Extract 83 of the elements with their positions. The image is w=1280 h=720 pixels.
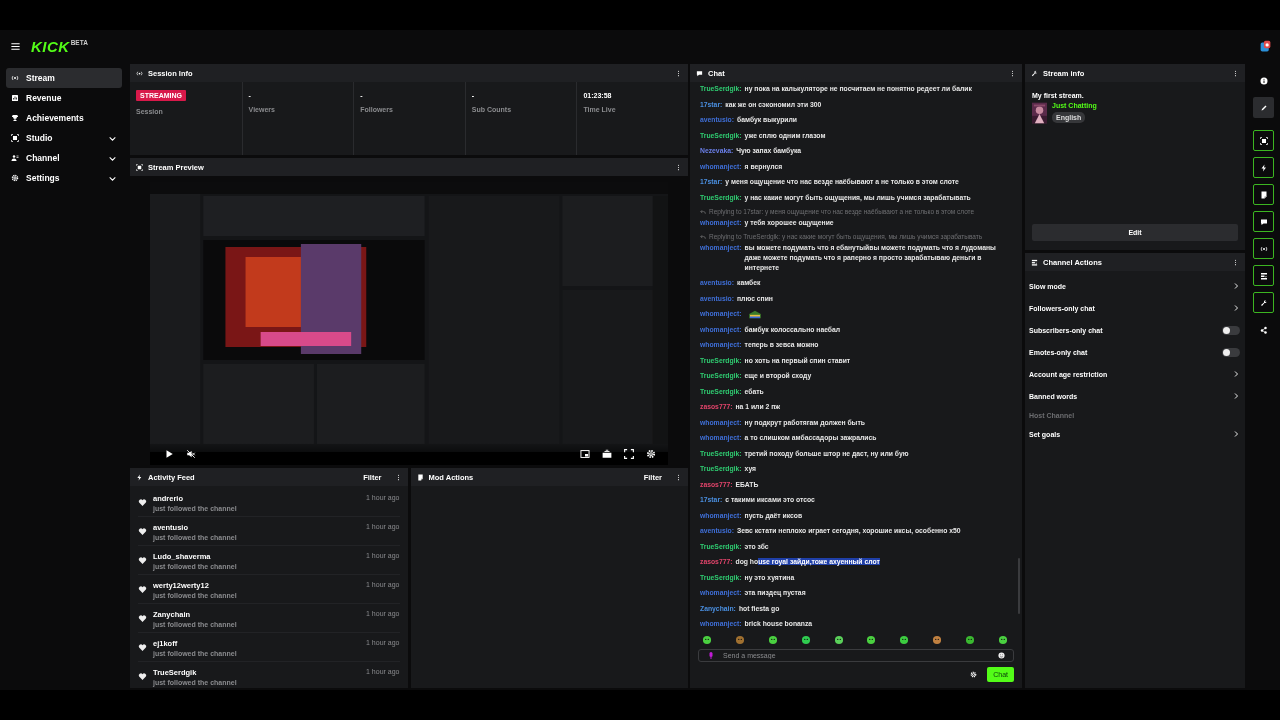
wrench-button[interactable]: [1253, 292, 1274, 313]
studio-button[interactable]: [1253, 130, 1274, 151]
trophy-icon: [11, 114, 19, 122]
emote-icon[interactable]: [833, 635, 844, 645]
emote-icon[interactable]: [767, 635, 778, 645]
broadcast-icon: [11, 74, 19, 82]
notes-icon: [1259, 190, 1268, 199]
channel-button[interactable]: [1253, 265, 1274, 286]
chat-bubble-icon: [1259, 217, 1268, 226]
pencil-button[interactable]: [1253, 97, 1274, 118]
broadcast-icon: [136, 69, 143, 77]
channel-icon: [1031, 258, 1038, 266]
muted-icon[interactable]: [186, 449, 196, 459]
channel-icon: [1259, 271, 1268, 280]
bolt-icon: [1259, 163, 1268, 172]
theater-mode-icon[interactable]: [602, 449, 612, 459]
kick-logo[interactable]: KICK: [31, 38, 70, 54]
toggle-switch[interactable]: [1222, 347, 1240, 357]
notes-button[interactable]: [1253, 184, 1274, 205]
chevron-icon[interactable]: [1232, 282, 1240, 290]
heart-icon: [138, 556, 147, 565]
share-icon: [1259, 325, 1268, 334]
info-icon: [1259, 76, 1268, 85]
emote-icon[interactable]: [734, 635, 745, 645]
more-icon[interactable]: [1232, 69, 1239, 77]
more-icon[interactable]: [675, 69, 682, 77]
emote-icon[interactable]: [899, 635, 910, 645]
play-icon[interactable]: [164, 449, 174, 459]
sidebar-item[interactable]: Stream: [6, 68, 122, 88]
sidebar-item[interactable]: Studio: [6, 128, 122, 148]
avatar-icon[interactable]: [1259, 39, 1272, 53]
bolt-icon: [136, 473, 143, 481]
settings-icon: [11, 174, 19, 182]
more-icon[interactable]: [1009, 69, 1016, 77]
pencil-icon: [1259, 103, 1268, 112]
chevron-icon[interactable]: [1232, 392, 1240, 400]
more-icon[interactable]: [675, 163, 682, 171]
settings-icon[interactable]: [646, 449, 656, 459]
settings-icon[interactable]: [970, 671, 978, 678]
heart-icon: [138, 585, 147, 594]
notes-icon: [416, 473, 424, 481]
studio-icon: [136, 163, 143, 171]
studio-icon: [11, 134, 19, 142]
chat-bubble-icon: [696, 69, 703, 77]
studio-icon: [1259, 136, 1268, 145]
emote-icon[interactable]: [702, 635, 712, 645]
chat-bubble-button[interactable]: [1253, 211, 1274, 232]
chart-icon: [11, 94, 19, 102]
chevron-icon[interactable]: [1232, 370, 1240, 378]
picture-in-picture-icon[interactable]: [580, 449, 590, 459]
heart-icon: [138, 643, 147, 652]
toggle-switch[interactable]: [1222, 325, 1240, 335]
heart-icon: [138, 498, 147, 507]
heart-icon: [138, 672, 147, 681]
reply-icon: [700, 234, 706, 240]
scrollbar-thumb[interactable]: [1018, 558, 1020, 614]
emote-icon[interactable]: [866, 635, 877, 645]
wrench-icon: [1259, 298, 1268, 307]
more-icon[interactable]: [675, 473, 682, 481]
wrench-icon: [1031, 69, 1038, 77]
heart-icon: [138, 527, 147, 536]
broadcast-button[interactable]: [1253, 238, 1274, 259]
more-icon[interactable]: [1232, 258, 1239, 266]
emote-icon: [747, 309, 762, 319]
chevron-icon[interactable]: [1232, 430, 1240, 438]
sidebar-item[interactable]: Revenue: [6, 88, 122, 108]
emote-icon[interactable]: [997, 635, 1008, 645]
fullscreen-icon[interactable]: [624, 449, 634, 459]
chevron-icon[interactable]: [1232, 304, 1240, 312]
bolt-button[interactable]: [1253, 157, 1274, 178]
people-icon: [11, 154, 19, 162]
sidebar-item[interactable]: Achievements: [6, 108, 122, 128]
reply-icon: [700, 209, 706, 215]
emote-icon[interactable]: [965, 635, 975, 645]
sidebar-item[interactable]: Channel: [6, 148, 122, 168]
emote-icon[interactable]: [800, 635, 811, 645]
sidebar-item[interactable]: Settings: [6, 168, 122, 188]
broadcast-icon: [1259, 244, 1268, 253]
emoji-icon[interactable]: [998, 652, 1005, 659]
microphone-icon[interactable]: [707, 651, 715, 660]
heart-icon: [138, 614, 147, 623]
emote-icon[interactable]: [932, 635, 943, 645]
menu-icon[interactable]: [10, 40, 21, 52]
